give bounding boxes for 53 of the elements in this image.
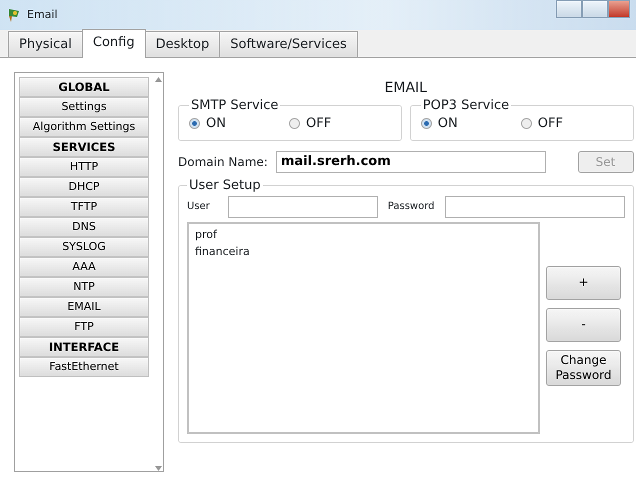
sidebar-item[interactable]: Algorithm Settings bbox=[19, 117, 149, 137]
password-label: Password bbox=[388, 200, 435, 214]
remove-button[interactable]: - bbox=[546, 308, 621, 342]
sidebar-item[interactable]: SYSLOG bbox=[19, 237, 149, 257]
section-header-button[interactable]: GLOBAL bbox=[19, 77, 149, 97]
radio-option[interactable]: ON bbox=[189, 114, 289, 134]
sidebar-item[interactable]: AAA bbox=[19, 257, 149, 277]
group-label: SMTP Service bbox=[190, 99, 280, 112]
sidebar-item[interactable]: HTTP bbox=[19, 157, 149, 177]
radio-icon[interactable] bbox=[289, 118, 300, 130]
domain-label: Domain Name: bbox=[178, 154, 268, 170]
group-label: POP3 Service bbox=[422, 99, 510, 112]
sidebar-item[interactable]: NTP bbox=[19, 277, 149, 297]
radio-label: ON bbox=[438, 115, 458, 133]
radio-option[interactable]: OFF bbox=[289, 114, 389, 134]
user-list-item[interactable]: prof bbox=[195, 226, 532, 242]
radio-icon[interactable] bbox=[520, 118, 532, 130]
radio-label: ON bbox=[206, 115, 226, 133]
user-list-item[interactable]: financeira bbox=[195, 242, 532, 260]
sidebar-item[interactable]: DNS bbox=[19, 217, 149, 237]
section-header-button[interactable]: INTERFACE bbox=[19, 337, 149, 357]
radio-label: OFF bbox=[306, 115, 332, 133]
scroll-up-icon[interactable] bbox=[154, 77, 162, 82]
minimize-button[interactable] bbox=[556, 0, 582, 18]
tab[interactable]: Desktop bbox=[144, 30, 220, 57]
user-label: User bbox=[187, 200, 210, 214]
radio-icon[interactable] bbox=[420, 118, 432, 130]
sidebar-item[interactable]: Settings bbox=[19, 97, 149, 117]
sidebar-item[interactable]: FTP bbox=[19, 317, 149, 337]
radio-option[interactable]: ON bbox=[420, 114, 521, 134]
close-button[interactable] bbox=[608, 0, 630, 18]
app-icon bbox=[6, 7, 22, 23]
tab[interactable]: Physical bbox=[8, 30, 83, 57]
sidebar-item[interactable]: EMAIL bbox=[19, 297, 149, 317]
maximize-button[interactable] bbox=[582, 0, 608, 18]
sidebar-item[interactable]: DHCP bbox=[19, 177, 149, 197]
add-button[interactable]: + bbox=[546, 266, 621, 300]
tab[interactable]: Config bbox=[82, 28, 146, 58]
scroll-down-icon[interactable] bbox=[154, 466, 162, 471]
sidebar-item[interactable]: TFTP bbox=[19, 197, 149, 217]
change-password-button[interactable]: Change Password bbox=[546, 350, 621, 386]
radio-option[interactable]: OFF bbox=[520, 114, 621, 134]
radio-label: OFF bbox=[538, 115, 563, 133]
group-label: User Setup bbox=[188, 178, 262, 192]
section-header-button[interactable]: SERVICES bbox=[19, 137, 149, 157]
window-title: Email bbox=[27, 6, 58, 23]
sidebar-item[interactable]: FastEthernet bbox=[19, 357, 149, 377]
domain-field[interactable]: mail.srerh.com bbox=[276, 150, 546, 172]
user-field[interactable] bbox=[228, 196, 378, 218]
panel-title: EMAIL bbox=[384, 79, 428, 98]
password-field[interactable] bbox=[444, 196, 625, 218]
radio-icon[interactable] bbox=[189, 118, 200, 130]
tab[interactable]: Software/Services bbox=[219, 30, 358, 57]
